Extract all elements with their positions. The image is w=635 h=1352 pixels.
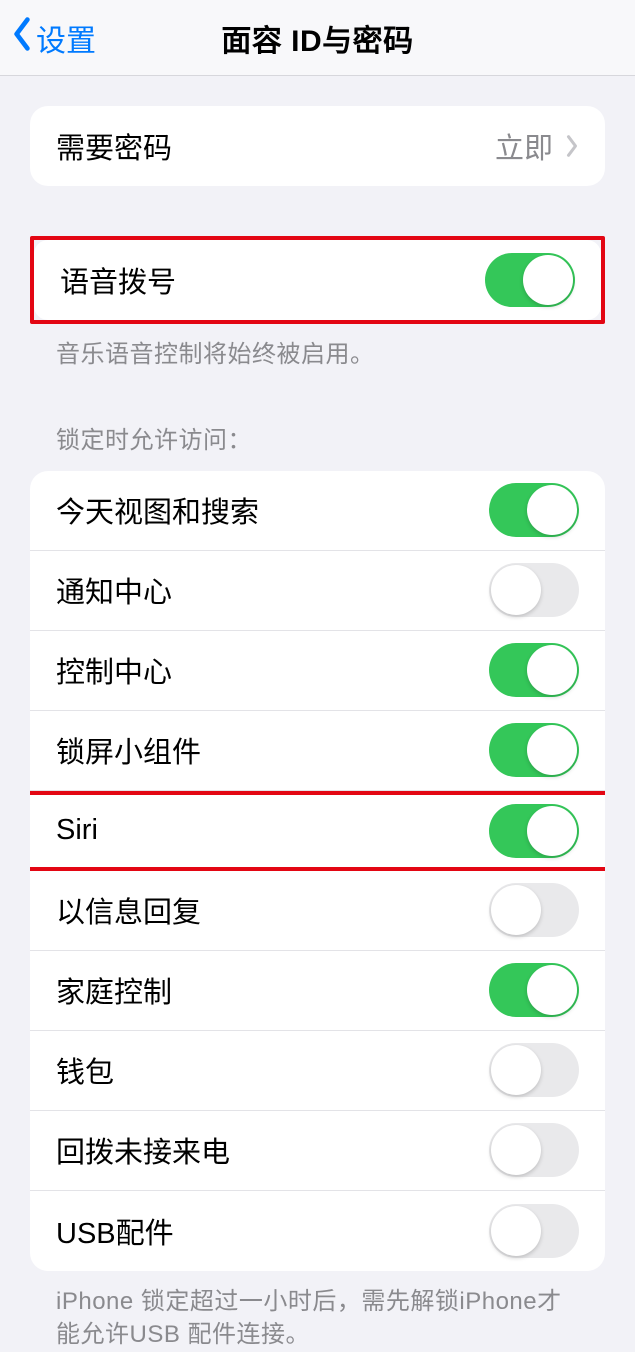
row-voicedial: 语音拨号	[34, 240, 601, 320]
toggle-lockaccess-0[interactable]	[489, 483, 579, 537]
row-label: 以信息回复	[56, 889, 489, 931]
toggle-lockaccess-5[interactable]	[489, 883, 579, 937]
row-label: Siri	[56, 814, 489, 847]
group-passcode: 需要密码 立即	[30, 106, 605, 186]
row-label: 钱包	[56, 1049, 489, 1091]
highlight-voicedial: 语音拨号	[30, 236, 605, 324]
row-value: 立即	[495, 125, 553, 167]
back-button[interactable]: 设置	[10, 16, 96, 60]
nav-bar: 设置 面容 ID与密码	[0, 0, 635, 76]
toggle-lockaccess-1[interactable]	[489, 563, 579, 617]
row-label: 需要密码	[56, 125, 495, 167]
row-lockaccess-8: 回拨未接来电	[30, 1111, 605, 1191]
toggle-lockaccess-7[interactable]	[489, 1043, 579, 1097]
back-label: 设置	[36, 16, 96, 60]
row-lockaccess-3: 锁屏小组件	[30, 711, 605, 791]
row-lockaccess-6: 家庭控制	[30, 951, 605, 1031]
row-lockaccess-9: USB配件	[30, 1191, 605, 1271]
row-label: 家庭控制	[56, 969, 489, 1011]
chevron-left-icon	[10, 16, 34, 60]
row-label: 语音拨号	[60, 259, 485, 301]
row-require-passcode[interactable]: 需要密码 立即	[30, 106, 605, 186]
group-lockaccess: 今天视图和搜索通知中心控制中心锁屏小组件 Siri 以信息回复家庭控制钱包回拨未接来…	[30, 471, 605, 1271]
header-lockaccess: 锁定时允许访问：	[30, 372, 605, 455]
toggle-lockaccess-8[interactable]	[489, 1123, 579, 1177]
chevron-right-icon	[565, 134, 579, 158]
footer-voicedial: 音乐语音控制将始终被启用。	[30, 324, 605, 372]
row-lockaccess-4: Siri	[30, 791, 605, 871]
row-lockaccess-2: 控制中心	[30, 631, 605, 711]
toggle-lockaccess-6[interactable]	[489, 963, 579, 1017]
page-title: 面容 ID与密码	[221, 16, 413, 60]
row-label: 回拨未接来电	[56, 1129, 489, 1171]
row-label: 今天视图和搜索	[56, 489, 489, 531]
toggle-lockaccess-2[interactable]	[489, 643, 579, 697]
group-voicedial: 语音拨号	[34, 240, 601, 320]
toggle-lockaccess-9[interactable]	[489, 1204, 579, 1258]
row-lockaccess-0: 今天视图和搜索	[30, 471, 605, 551]
row-lockaccess-7: 钱包	[30, 1031, 605, 1111]
footer-lockaccess: iPhone 锁定超过一小时后，需先解锁iPhone才能允许USB 配件连接。	[30, 1271, 605, 1352]
row-label: 控制中心	[56, 649, 489, 691]
row-label: 通知中心	[56, 569, 489, 611]
row-label: USB配件	[56, 1210, 489, 1252]
row-lockaccess-1: 通知中心	[30, 551, 605, 631]
toggle-lockaccess-4[interactable]	[489, 804, 579, 858]
toggle-voicedial[interactable]	[485, 253, 575, 307]
toggle-lockaccess-3[interactable]	[489, 723, 579, 777]
row-lockaccess-5: 以信息回复	[30, 871, 605, 951]
row-label: 锁屏小组件	[56, 729, 489, 771]
